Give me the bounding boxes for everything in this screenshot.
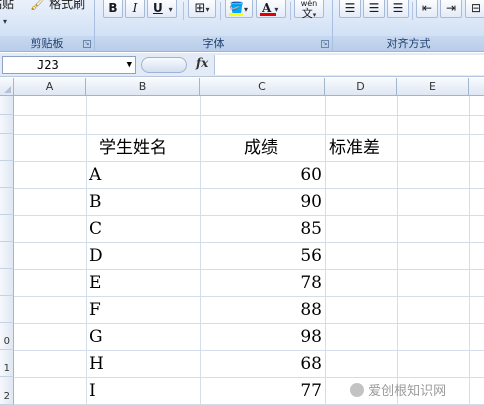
row-header[interactable]: 2 <box>0 377 14 405</box>
row-header[interactable] <box>0 296 14 323</box>
row-header[interactable] <box>0 269 14 296</box>
underline-label: U <box>153 1 163 15</box>
student-name-cell[interactable]: E <box>89 271 101 295</box>
font-group: B I U ▾ ⊞▾ 🪣▾ A ▾ wén 文▾ 字体 ↘ <box>95 0 333 52</box>
student-name-cell[interactable]: G <box>89 325 103 349</box>
fill-color-bar <box>229 13 243 16</box>
alignment-group-label: 对齐方式 <box>333 36 484 51</box>
student-name-cell[interactable]: I <box>89 379 96 403</box>
score-cell[interactable]: 78 <box>202 271 322 295</box>
student-name-cell[interactable]: C <box>89 217 102 241</box>
header-cell-score[interactable]: 成绩 <box>244 136 278 160</box>
student-name-cell[interactable]: H <box>89 352 104 376</box>
font-color-button[interactable]: A ▾ <box>256 0 286 18</box>
row-header[interactable] <box>0 215 14 242</box>
score-cell[interactable]: 60 <box>202 163 322 187</box>
watermark: 爱创根知识网 <box>350 380 446 399</box>
align-center-button[interactable]: ☰ <box>363 0 385 18</box>
name-box[interactable]: J23 ▼ <box>2 56 136 74</box>
alignment-group: ☰ ☰ ☰ ⇤ ⇥ ⊟ 对齐方式 <box>333 0 484 52</box>
select-all-corner[interactable] <box>0 78 14 96</box>
align-right-icon: ☰ <box>392 1 404 15</box>
ribbon: 粘贴 ▾ 🖌 格式刷 剪贴板 ↘ B I U ▾ ⊞▾ 🪣▾ A▾ wé <box>0 0 484 52</box>
watermark-logo-icon <box>350 383 364 397</box>
increase-indent-button[interactable]: ⇥ <box>440 0 462 18</box>
underline-dropdown-icon: ▾ <box>168 5 173 14</box>
merge-center-icon: ⊟ <box>470 1 482 15</box>
italic-button[interactable]: I <box>125 0 145 18</box>
underline-button[interactable]: U ▾ <box>147 0 177 18</box>
format-painter-button[interactable]: 🖌 格式刷 <box>30 0 85 12</box>
row-header[interactable]: 0 <box>0 323 14 350</box>
align-center-icon: ☰ <box>368 1 380 15</box>
formula-input[interactable] <box>214 55 484 75</box>
row-header[interactable] <box>0 242 14 269</box>
insert-function-icon[interactable]: fx <box>196 56 208 70</box>
row-header[interactable] <box>0 115 14 134</box>
formula-bar: J23 ▼ fx <box>0 53 484 77</box>
clipboard-launcher-icon[interactable]: ↘ <box>83 40 91 48</box>
row-header[interactable]: 1 <box>0 350 14 377</box>
bold-button[interactable]: B <box>103 0 123 18</box>
score-cell[interactable]: 68 <box>202 352 322 376</box>
font-group-label: 字体 <box>95 36 332 51</box>
student-name-cell[interactable]: D <box>89 244 103 268</box>
score-cell[interactable]: 56 <box>202 244 322 268</box>
phonetic-guide-button[interactable]: wén 文▾ <box>294 0 324 20</box>
name-box-value: J23 <box>37 58 59 72</box>
decrease-indent-button[interactable]: ⇤ <box>416 0 438 18</box>
increase-indent-icon: ⇥ <box>445 1 457 15</box>
row-header[interactable] <box>0 134 14 161</box>
decrease-indent-icon: ⇤ <box>421 1 433 15</box>
row-header[interactable] <box>0 161 14 188</box>
merge-center-button[interactable]: ⊟ <box>465 0 484 18</box>
header-cell-std[interactable]: 标准差 <box>329 136 380 160</box>
clipboard-group: 粘贴 ▾ 🖌 格式刷 剪贴板 ↘ <box>0 0 95 52</box>
student-name-cell[interactable]: A <box>89 163 101 187</box>
formula-bar-resize-handle[interactable] <box>141 57 187 73</box>
row-header[interactable] <box>0 96 14 115</box>
align-left-button[interactable]: ☰ <box>339 0 361 18</box>
clipboard-group-label: 剪贴板 <box>0 36 94 51</box>
score-cell[interactable]: 77 <box>202 379 322 403</box>
paste-button-label[interactable]: 粘贴 <box>0 0 14 12</box>
phonetic-bottom-label: 文▾ <box>301 7 317 20</box>
font-launcher-icon[interactable]: ↘ <box>321 40 329 48</box>
header-cell-name[interactable]: 学生姓名 <box>99 136 167 160</box>
score-cell[interactable]: 98 <box>202 325 322 349</box>
align-right-button[interactable]: ☰ <box>387 0 409 18</box>
name-box-dropdown-icon[interactable]: ▼ <box>127 57 132 73</box>
column-header-d[interactable]: D <box>325 78 397 96</box>
brush-icon: 🖌 <box>30 0 46 11</box>
row-header[interactable] <box>0 188 14 215</box>
score-cell[interactable]: 88 <box>202 298 322 322</box>
score-cell[interactable]: 90 <box>202 190 322 214</box>
fill-color-button[interactable]: 🪣▾ <box>225 0 253 18</box>
student-name-cell[interactable]: B <box>89 190 102 214</box>
column-header-partial[interactable] <box>469 78 484 96</box>
column-header-c[interactable]: C <box>200 78 325 96</box>
column-header-e[interactable]: E <box>397 78 469 96</box>
borders-button[interactable]: ⊞▾ <box>188 0 216 18</box>
borders-icon: ⊞ <box>194 1 206 16</box>
student-name-cell[interactable]: F <box>89 298 101 322</box>
paste-dropdown-icon[interactable]: ▾ <box>3 14 7 30</box>
format-painter-label: 格式刷 <box>49 0 86 11</box>
align-left-icon: ☰ <box>344 1 356 15</box>
column-header-b[interactable]: B <box>86 78 200 96</box>
column-header-a[interactable]: A <box>14 78 86 96</box>
score-cell[interactable]: 85 <box>202 217 322 241</box>
watermark-text: 爱创根知识网 <box>368 384 447 399</box>
font-color-bar <box>260 13 276 16</box>
